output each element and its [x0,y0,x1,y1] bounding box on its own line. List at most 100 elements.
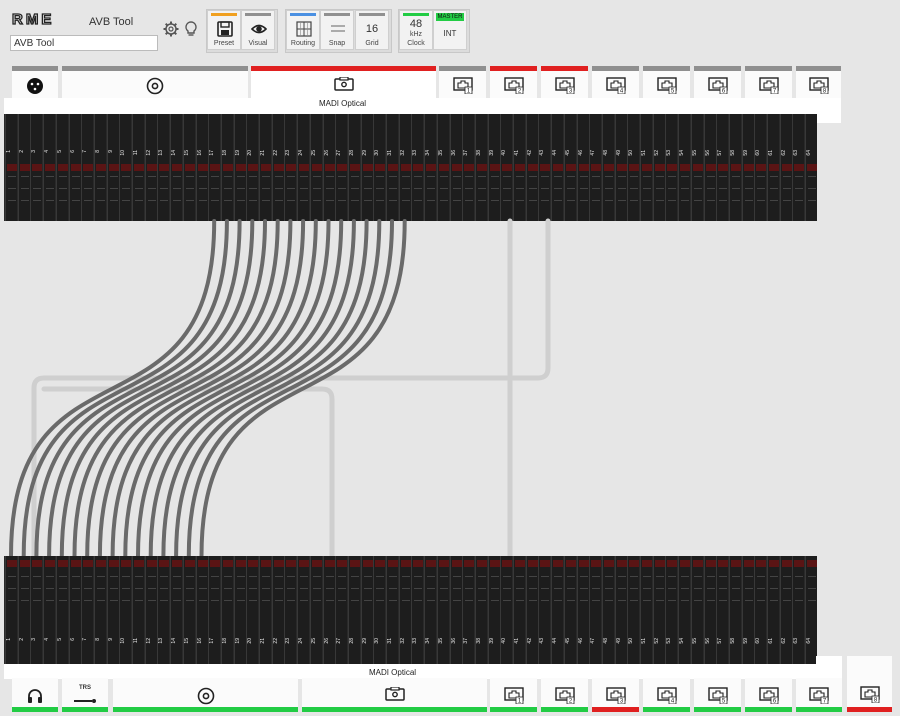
output-channel-59[interactable]: 59 [741,556,754,664]
output-tab-trs[interactable]: TRS [62,678,108,712]
output-channel-54[interactable]: 54 [678,556,691,664]
output-channel-2[interactable]: 2 [17,556,30,664]
output-channel-13[interactable]: 13 [157,556,170,664]
channel-number: 39 [488,638,495,644]
output-channel-31[interactable]: 31 [386,556,398,664]
output-channel-47[interactable]: 47 [589,556,602,664]
channel-divider [300,588,309,589]
output-channel-55[interactable]: 55 [690,556,703,664]
channel-divider [312,576,321,577]
output-channel-10[interactable]: 10 [119,556,132,664]
output-channel-11[interactable]: 11 [132,556,144,664]
output-tab-network-5[interactable]: 5 [694,678,741,712]
output-channel-6[interactable]: 6 [68,556,81,664]
output-channel-23[interactable]: 23 [284,556,297,664]
output-channel-53[interactable]: 53 [665,556,678,664]
channel-divider [109,576,118,577]
output-channel-29[interactable]: 29 [360,556,373,664]
tab-status-bar [302,707,487,712]
output-channel-62[interactable]: 62 [779,556,792,664]
channel-divider [503,576,512,577]
output-channel-4[interactable]: 4 [43,556,56,664]
channel-divider [160,588,169,589]
output-channel-24[interactable]: 24 [297,556,310,664]
output-channel-49[interactable]: 49 [614,556,627,664]
output-channel-45[interactable]: 45 [563,556,576,664]
network-icon: 3 [605,687,626,704]
output-channel-63[interactable]: 63 [792,556,805,664]
output-channel-21[interactable]: 21 [259,556,271,664]
output-channel-3[interactable]: 3 [30,556,43,664]
output-channel-37[interactable]: 37 [462,556,475,664]
channel-divider [376,576,385,577]
output-channel-14[interactable]: 14 [170,556,183,664]
output-channel-57[interactable]: 57 [716,556,729,664]
output-channel-8[interactable]: 8 [93,556,106,664]
output-tab-network-2[interactable]: 2 [541,678,588,712]
output-channel-16[interactable]: 16 [195,556,208,664]
output-channel-15[interactable]: 15 [182,556,195,664]
output-channel-42[interactable]: 42 [525,556,538,664]
output-channel-43[interactable]: 43 [538,556,551,664]
output-channel-51[interactable]: 51 [640,556,652,664]
headphones-icon [28,689,42,703]
output-channel-17[interactable]: 17 [208,556,221,664]
output-channel-46[interactable]: 46 [576,556,589,664]
output-channel-20[interactable]: 20 [246,556,259,664]
output-channel-19[interactable]: 19 [233,556,246,664]
output-channel-56[interactable]: 56 [703,556,716,664]
output-channel-28[interactable]: 28 [347,556,360,664]
channel-number: 5 [56,638,63,641]
output-channel-35[interactable]: 35 [436,556,449,664]
output-channel-64[interactable]: 64 [805,556,818,664]
output-tab-headphones[interactable] [12,678,58,712]
channel-divider [706,576,715,577]
output-channel-22[interactable]: 22 [271,556,284,664]
output-channel-5[interactable]: 5 [55,556,68,664]
output-channel-61[interactable]: 61 [767,556,779,664]
network-icon: 1 [503,687,524,704]
channel-level-indicator [134,560,144,567]
output-tab-network-3[interactable]: 3 [592,678,639,712]
output-channel-34[interactable]: 34 [424,556,437,664]
output-channel-32[interactable]: 32 [398,556,411,664]
channel-number: 2 [18,638,25,641]
channel-divider [350,600,359,601]
channel-divider [516,600,524,601]
output-channel-18[interactable]: 18 [220,556,233,664]
output-channel-26[interactable]: 26 [322,556,335,664]
output-channel-25[interactable]: 25 [309,556,322,664]
output-channel-9[interactable]: 9 [106,556,119,664]
output-channel-39[interactable]: 39 [487,556,500,664]
channel-number: 51 [641,638,647,644]
output-channel-27[interactable]: 27 [335,556,348,664]
output-channel-50[interactable]: 50 [627,556,640,664]
output-channel-58[interactable]: 58 [728,556,741,664]
output-channel-33[interactable]: 33 [411,556,424,664]
output-channel-7[interactable]: 7 [81,556,94,664]
output-channel-60[interactable]: 60 [754,556,767,664]
output-channel-38[interactable]: 38 [474,556,487,664]
channel-level-indicator [464,560,475,567]
output-tab-network-6[interactable]: 6 [745,678,792,712]
output-tab-optical[interactable] [302,678,487,712]
output-channel-44[interactable]: 44 [551,556,564,664]
output-channel-1[interactable]: 1 [5,556,17,664]
output-channel-48[interactable]: 48 [601,556,614,664]
output-tab-network-8[interactable]: 8 [847,656,892,712]
output-channel-12[interactable]: 12 [144,556,157,664]
channel-divider [630,600,639,601]
output-channel-36[interactable]: 36 [449,556,462,664]
output-tab-network-7[interactable]: 7 [796,678,842,712]
output-channel-52[interactable]: 52 [652,556,665,664]
channel-divider [122,600,131,601]
output-channel-40[interactable]: 40 [500,556,513,664]
output-tab-network-4[interactable]: 4 [643,678,690,712]
output-tab-coax[interactable] [113,678,298,712]
channel-divider [795,600,804,601]
output-channel-41[interactable]: 41 [513,556,525,664]
channel-divider [401,576,410,577]
output-channel-30[interactable]: 30 [373,556,386,664]
output-tab-network-1[interactable]: 1 [490,678,537,712]
channel-divider [490,576,499,577]
